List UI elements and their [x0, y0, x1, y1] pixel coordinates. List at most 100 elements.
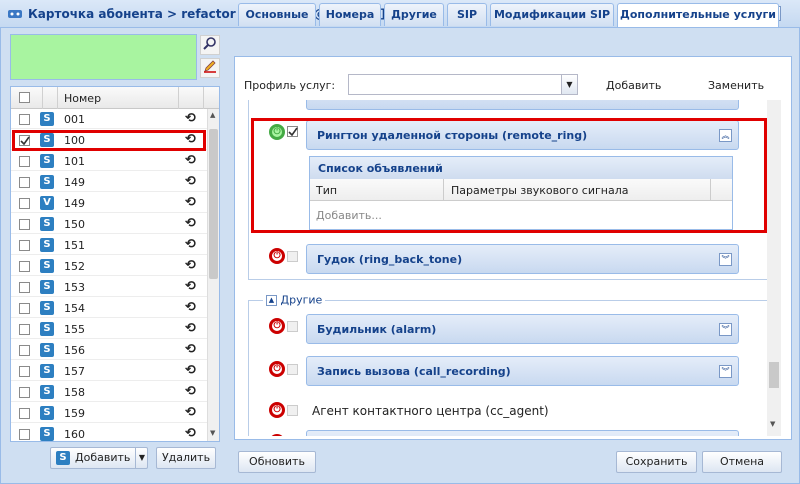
sip-icon: S: [40, 175, 54, 189]
reset-icon[interactable]: ⟲: [185, 363, 196, 378]
sip-icon: S: [40, 427, 54, 441]
expand-icon[interactable]: ︾: [719, 253, 732, 266]
search-icon[interactable]: [200, 35, 220, 55]
reset-icon[interactable]: ⟲: [185, 111, 196, 126]
power-off-icon[interactable]: ⏻: [269, 361, 285, 377]
table-row[interactable]: S 160 ⟲: [11, 425, 207, 441]
table-row[interactable]: S 156 ⟲: [11, 341, 207, 360]
delete-number-button[interactable]: Удалить: [156, 447, 216, 469]
ring-back-tone-title: Гудок (ring_back_tone): [317, 253, 463, 266]
reset-icon[interactable]: ⟲: [185, 426, 196, 441]
chevron-down-icon[interactable]: ▼: [135, 448, 148, 468]
previous-service-section[interactable]: [306, 100, 739, 110]
row-checkbox[interactable]: [19, 324, 30, 335]
edit-icon[interactable]: [200, 58, 220, 78]
next-service-section[interactable]: [306, 430, 739, 436]
reset-icon[interactable]: ⟲: [185, 279, 196, 294]
power-off-icon[interactable]: ⏻: [269, 318, 285, 334]
table-row[interactable]: S 155 ⟲: [11, 320, 207, 339]
tab-main[interactable]: Основные: [238, 3, 316, 26]
table-row[interactable]: S 001 ⟲: [11, 110, 207, 129]
alarm-section[interactable]: Будильник (alarm) ︾: [306, 314, 739, 344]
reset-icon[interactable]: ⟲: [185, 174, 196, 189]
status-panel: [10, 34, 197, 80]
save-button[interactable]: Сохранить: [616, 451, 697, 473]
table-row[interactable]: S 154 ⟲: [11, 299, 207, 318]
profile-label: Профиль услуг:: [244, 79, 336, 92]
row-checkbox[interactable]: [19, 429, 30, 440]
scroll-up-icon[interactable]: ▲: [210, 111, 215, 119]
cc-agent-checkbox[interactable]: [287, 405, 298, 416]
reset-icon[interactable]: ⟲: [185, 342, 196, 357]
table-row[interactable]: S 151 ⟲: [11, 236, 207, 255]
row-checkbox[interactable]: [19, 198, 30, 209]
row-checkbox[interactable]: [19, 219, 30, 230]
services-scrollbar[interactable]: ▼: [767, 100, 781, 436]
table-row[interactable]: S 157 ⟲: [11, 362, 207, 381]
sip-icon: S: [40, 280, 54, 294]
call-recording-section[interactable]: Запись вызова (call_recording) ︾: [306, 356, 739, 386]
row-number: 157: [64, 365, 85, 378]
chevron-down-icon[interactable]: ▼: [561, 75, 577, 94]
profile-select[interactable]: ▼: [348, 74, 578, 95]
reset-icon[interactable]: ⟲: [185, 321, 196, 336]
reset-icon[interactable]: ⟲: [185, 216, 196, 231]
power-off-icon[interactable]: ⏻: [269, 402, 285, 418]
row-checkbox[interactable]: [19, 408, 30, 419]
scroll-thumb[interactable]: [769, 362, 779, 388]
refresh-button[interactable]: Обновить: [238, 451, 316, 473]
row-checkbox[interactable]: [19, 261, 30, 272]
reset-icon[interactable]: ⟲: [185, 237, 196, 252]
tab-sip-modifications[interactable]: Модификации SIP: [490, 3, 614, 26]
table-row[interactable]: V 149 ⟲: [11, 194, 207, 213]
tab-sip[interactable]: SIP: [447, 3, 487, 26]
reset-icon[interactable]: ⟲: [185, 195, 196, 210]
table-row[interactable]: S 149 ⟲: [11, 173, 207, 192]
select-all-checkbox[interactable]: [19, 92, 30, 103]
reset-icon[interactable]: ⟲: [185, 405, 196, 420]
grid-header: Номер: [11, 87, 219, 109]
profile-add-button[interactable]: Добавить: [606, 79, 661, 92]
profile-replace-button[interactable]: Заменить: [708, 79, 764, 92]
tab-other[interactable]: Другие: [384, 3, 444, 26]
reset-icon[interactable]: ⟲: [185, 258, 196, 273]
table-row[interactable]: S 159 ⟲: [11, 404, 207, 423]
tab-numbers[interactable]: Номера: [319, 3, 381, 26]
call-recording-checkbox[interactable]: [287, 364, 298, 375]
other-group-legend[interactable]: ▲ Другие: [263, 293, 326, 307]
ring-back-tone-section[interactable]: Гудок (ring_back_tone) ︾: [306, 244, 739, 274]
table-row[interactable]: S 150 ⟲: [11, 215, 207, 234]
reset-icon[interactable]: ⟲: [185, 153, 196, 168]
sip-icon: S: [40, 343, 54, 357]
row-checkbox[interactable]: [19, 387, 30, 398]
scroll-down-icon[interactable]: ▼: [210, 429, 215, 437]
sip-icon: S: [40, 154, 54, 168]
table-row[interactable]: S 101 ⟲: [11, 152, 207, 171]
reset-icon[interactable]: ⟲: [185, 384, 196, 399]
ring-back-tone-checkbox[interactable]: [287, 251, 298, 262]
table-row[interactable]: S 158 ⟲: [11, 383, 207, 402]
tab-additional-services[interactable]: Дополнительные услуги: [617, 3, 779, 27]
row-checkbox[interactable]: [19, 114, 30, 125]
expand-icon[interactable]: ︾: [719, 323, 732, 336]
row-checkbox[interactable]: [19, 156, 30, 167]
power-off-icon[interactable]: ⏻: [269, 248, 285, 264]
table-row[interactable]: S 152 ⟲: [11, 257, 207, 276]
row-checkbox[interactable]: [19, 240, 30, 251]
scroll-down-icon[interactable]: ▼: [770, 420, 775, 428]
number-column-header[interactable]: Номер: [58, 87, 179, 109]
row-checkbox[interactable]: [19, 177, 30, 188]
collapse-icon[interactable]: ▲: [266, 294, 277, 306]
add-number-button[interactable]: S Добавить ▼: [50, 447, 148, 469]
row-checkbox[interactable]: [19, 303, 30, 314]
table-row[interactable]: S 153 ⟲: [11, 278, 207, 297]
row-checkbox[interactable]: [19, 366, 30, 377]
row-checkbox[interactable]: [19, 345, 30, 356]
reset-icon[interactable]: ⟲: [185, 300, 196, 315]
cancel-button[interactable]: Отмена: [702, 451, 782, 473]
row-checkbox[interactable]: [19, 282, 30, 293]
expand-icon[interactable]: ︾: [719, 365, 732, 378]
alarm-checkbox[interactable]: [287, 321, 298, 332]
grid-scrollbar[interactable]: ▲ ▼: [207, 109, 219, 441]
scroll-thumb[interactable]: [209, 129, 218, 279]
